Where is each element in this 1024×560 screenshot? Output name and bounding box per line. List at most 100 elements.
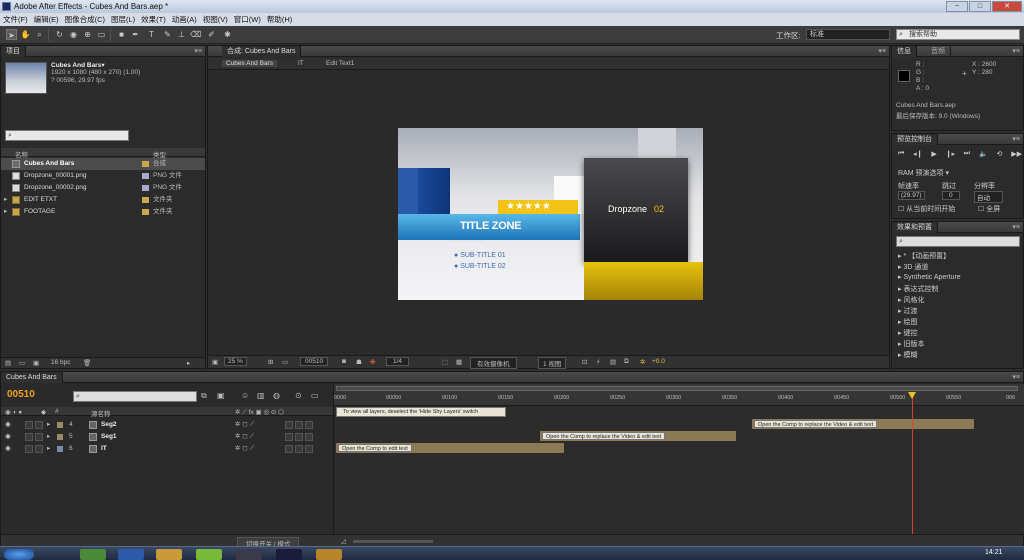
composition-viewer[interactable]: TITLE ZONE ★★★★★ ● SUB-TITLE 01 ● SUB-TI…	[398, 128, 703, 300]
menu-layer[interactable]: 图层(L)	[108, 14, 138, 25]
work-area-bar[interactable]	[336, 386, 1018, 391]
project-item[interactable]: Dropzone_00001.png PNG 文件	[1, 170, 205, 182]
interpret-footage-icon[interactable]: ▤	[5, 359, 11, 367]
roto-brush-tool-icon[interactable]: ✐	[206, 29, 217, 40]
first-frame-icon[interactable]: ⏮	[898, 150, 904, 160]
frame-rate-select[interactable]: (29.97)	[898, 191, 925, 200]
eye-icon[interactable]: ◉	[5, 443, 11, 455]
panel-menu-icon[interactable]: ▾≡	[1012, 223, 1020, 231]
menu-animation[interactable]: 动画(A)	[169, 14, 200, 25]
resolution-select[interactable]: 1/4	[386, 357, 410, 366]
draft-3d-icon[interactable]: ▣	[217, 391, 225, 400]
project-search-input[interactable]: ⌕	[5, 130, 129, 141]
audio-tab[interactable]: 音频	[926, 46, 951, 57]
crumb-edit-text[interactable]: Edit Text1	[326, 60, 354, 67]
fullscreen-checkbox[interactable]: ☐ 全屏	[978, 204, 1000, 214]
camera-select[interactable]: 有效摄像机	[470, 357, 517, 369]
mask-visibility-icon[interactable]: ▭	[282, 358, 288, 366]
label-color[interactable]	[57, 446, 63, 452]
effect-category[interactable]: ▸ 表达式控制	[898, 284, 938, 294]
zoom-slider[interactable]	[353, 540, 433, 543]
panel-menu-icon[interactable]: ▾≡	[878, 47, 886, 55]
close-button[interactable]: ✕	[992, 1, 1022, 12]
loop-icon[interactable]: ⟲	[996, 150, 1002, 160]
menu-edit[interactable]: 编辑(E)	[31, 14, 62, 25]
trash-icon[interactable]: 🗑	[83, 359, 91, 367]
hand-tool-icon[interactable]: ✋	[20, 29, 31, 40]
zoom-tool-icon[interactable]: ⌕	[34, 29, 45, 40]
transparency-grid-icon[interactable]: ▦	[456, 358, 462, 366]
snapshot-icon[interactable]: ◙	[342, 358, 346, 365]
views-select[interactable]: 1 视图	[538, 357, 567, 369]
timeline-search-input[interactable]: ⌕	[73, 391, 197, 402]
safe-zones-icon[interactable]: ⊞	[268, 358, 273, 366]
zoom-out-icon[interactable]: ◿	[341, 537, 346, 545]
timeline-icon[interactable]: ▤	[610, 358, 616, 366]
menu-effect[interactable]: 效果(T)	[138, 14, 169, 25]
menu-window[interactable]: 窗口(W)	[231, 14, 264, 25]
layer-bar-seg1[interactable]: Open the Comp to replace the Video & edi…	[540, 431, 736, 441]
menu-help[interactable]: 帮助(H)	[264, 14, 295, 25]
frame-blending-icon[interactable]: ▥	[257, 391, 265, 400]
expand-icon[interactable]: ▸	[47, 431, 50, 443]
layer-switches[interactable]: ✲ ◻ ⟋	[235, 431, 254, 443]
info-tab[interactable]: 信息	[892, 46, 917, 57]
label-color[interactable]	[57, 422, 63, 428]
graph-editor-icon[interactable]: ⊙	[295, 391, 302, 400]
region-of-interest-icon[interactable]: ⬚	[442, 358, 448, 366]
project-item[interactable]: ▸ EDIT ETXT 文件夹	[1, 194, 205, 206]
timeline-timecode[interactable]: 00510	[7, 389, 35, 400]
panel-menu-icon[interactable]: ▾≡	[1012, 373, 1020, 381]
eye-icon[interactable]: ◉	[5, 431, 11, 443]
panel-menu-icon[interactable]: ▾≡	[194, 47, 202, 55]
taskbar-app[interactable]	[196, 549, 222, 560]
layer-bar-it[interactable]: Open the Comp to edit text	[336, 443, 564, 453]
taskbar-app[interactable]	[156, 549, 182, 560]
project-item[interactable]: Dropzone_00002.png PNG 文件	[1, 182, 205, 194]
label-color[interactable]	[57, 434, 63, 440]
effect-category[interactable]: ▸ 键控	[898, 328, 917, 338]
pen-tool-icon[interactable]: ✒	[130, 29, 141, 40]
taskbar-app[interactable]	[118, 549, 144, 560]
show-snapshot-icon[interactable]: ☗	[356, 358, 362, 366]
rect-mask-tool-icon[interactable]: ▭	[96, 29, 107, 40]
flowchart-icon[interactable]: ⧉	[624, 358, 629, 366]
project-item[interactable]: ▸ FOOTAGE 文件夹	[1, 206, 205, 218]
live-update-icon[interactable]: ▭	[311, 391, 319, 400]
current-time-indicator[interactable]	[912, 396, 913, 534]
layer-bar-seg2[interactable]: Open the Comp to replace the Video & edi…	[752, 419, 974, 429]
ram-preview-options[interactable]: RAM 预演选项 ▾	[898, 168, 949, 178]
effect-category[interactable]: ▸ 绘图	[898, 317, 917, 327]
effects-tab[interactable]: 效果和预置	[892, 222, 938, 233]
taskbar-app[interactable]	[316, 549, 342, 560]
col-source-name[interactable]: 源名称	[91, 408, 111, 418]
camera-tool-icon[interactable]: ◉	[68, 29, 79, 40]
selection-tool-icon[interactable]: ➤	[6, 29, 17, 40]
taskbar-app[interactable]	[80, 549, 106, 560]
eye-icon[interactable]: ◉	[5, 419, 11, 431]
menu-view[interactable]: 视图(V)	[200, 14, 231, 25]
clone-stamp-tool-icon[interactable]: ⊥	[176, 29, 187, 40]
time-graph[interactable]: 0000 00050 00100 00150 00200 00250 00300…	[333, 384, 1024, 534]
prev-frame-icon[interactable]: ◂❙	[913, 150, 922, 160]
pan-behind-tool-icon[interactable]: ⊕	[82, 29, 93, 40]
resolution-select[interactable]: 自动	[974, 191, 1003, 203]
current-time-field[interactable]: 00510	[300, 357, 329, 366]
panel-menu-icon[interactable]: ▾≡	[1012, 135, 1020, 143]
taskbar-after-effects[interactable]	[276, 549, 302, 560]
effects-search-input[interactable]: ⌕	[896, 236, 1020, 247]
next-frame-icon[interactable]: ❙▸	[946, 150, 955, 160]
channel-icon[interactable]: ✤	[370, 358, 375, 366]
from-current-checkbox[interactable]: ☐ 从当前时间开始	[898, 204, 955, 214]
layer-switches[interactable]: ✲ ◻ ⟋	[235, 443, 254, 455]
always-preview-icon[interactable]: ▣	[212, 358, 218, 366]
layer-switches[interactable]: ✲ ◻ ⟋	[235, 419, 254, 431]
eraser-tool-icon[interactable]: ⌫	[190, 29, 201, 40]
maximize-button[interactable]: □	[969, 1, 991, 12]
project-tab[interactable]: 项目	[1, 46, 26, 57]
skip-select[interactable]: 0	[942, 191, 960, 200]
exposure-value[interactable]: +0.0	[652, 358, 665, 365]
brush-tool-icon[interactable]: ✎	[162, 29, 173, 40]
menu-file[interactable]: 文件(F)	[0, 14, 31, 25]
time-ruler[interactable]: 0000 00050 00100 00150 00200 00250 00300…	[334, 384, 1024, 406]
